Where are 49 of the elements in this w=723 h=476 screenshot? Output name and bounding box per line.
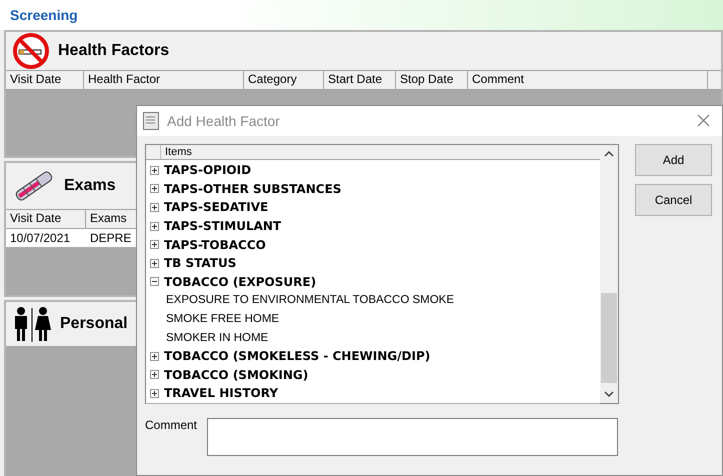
expand-icon[interactable] xyxy=(150,184,159,194)
panel-title: Health Factors xyxy=(58,42,170,60)
dialog-button[interactable]: Cancel xyxy=(635,184,712,216)
table-cell-text: 10/07/2021 xyxy=(9,230,72,247)
column-header[interactable]: Comment xyxy=(468,71,708,89)
table-cell-text: DEPRE xyxy=(89,230,132,247)
column-header[interactable]: Visit Date xyxy=(6,71,84,89)
panel-title: Personal xyxy=(60,315,128,333)
section-title: Screening xyxy=(10,7,78,23)
dialog-button[interactable]: Add xyxy=(635,144,712,176)
column-header[interactable]: Category xyxy=(244,71,324,89)
tree-group[interactable]: TOBACCO (SMOKING) xyxy=(146,366,600,384)
document-icon xyxy=(143,112,159,130)
scroll-down-icon[interactable] xyxy=(604,389,614,399)
tree-item[interactable]: SMOKE FREE HOME xyxy=(146,310,600,328)
expand-icon[interactable] xyxy=(150,388,159,398)
scrollbar-thumb[interactable] xyxy=(601,293,617,383)
column-header[interactable]: Items xyxy=(161,145,196,159)
expand-icon[interactable] xyxy=(150,240,159,250)
comment-field[interactable] xyxy=(207,418,618,456)
expand-icon[interactable] xyxy=(150,166,159,175)
no-smoking-icon xyxy=(12,32,50,70)
collapse-icon[interactable] xyxy=(150,277,159,286)
expand-icon[interactable] xyxy=(150,370,159,380)
tree-group[interactable]: TAPS-OPIOID xyxy=(146,161,600,180)
people-icon xyxy=(12,306,52,342)
expand-icon[interactable] xyxy=(150,202,159,212)
tree-item[interactable]: SMOKER IN HOME xyxy=(146,328,600,347)
column-header[interactable]: Visit Date xyxy=(6,210,86,228)
column-header[interactable]: Start Date xyxy=(324,71,396,89)
column-header[interactable]: Stop Date xyxy=(396,71,468,89)
tree-group[interactable]: TOBACCO (EXPOSURE) xyxy=(146,272,600,292)
tree-group[interactable]: TB STATUS xyxy=(146,254,600,273)
tree-item[interactable]: EXPOSURE TO ENVIRONMENTAL TOBACCO SMOKE xyxy=(146,291,600,310)
tree-group[interactable]: TAPS-TOBACCO xyxy=(146,235,600,254)
scroll-up-icon[interactable] xyxy=(604,149,614,159)
expand-icon[interactable] xyxy=(150,222,159,231)
tree-group[interactable]: TAPS-OTHER SUBSTANCES xyxy=(146,180,600,198)
dialog-title: Add Health Factor xyxy=(167,113,281,129)
panel-title: Exams xyxy=(64,177,116,195)
expand-icon[interactable] xyxy=(150,352,159,361)
tree-group[interactable]: TRAVEL HISTORY xyxy=(146,384,600,403)
column-header[interactable]: Health Factor xyxy=(84,71,244,89)
comment-label: Comment xyxy=(145,418,195,434)
tree-group[interactable]: TAPS-SEDATIVE xyxy=(146,198,600,217)
scrollbar[interactable] xyxy=(600,145,618,403)
tree-group[interactable]: TOBACCO (SMOKELESS - CHEWING/DIP) xyxy=(146,346,600,366)
expand-icon[interactable] xyxy=(150,258,159,268)
tree-group[interactable]: TAPS-STIMULANT xyxy=(146,216,600,236)
